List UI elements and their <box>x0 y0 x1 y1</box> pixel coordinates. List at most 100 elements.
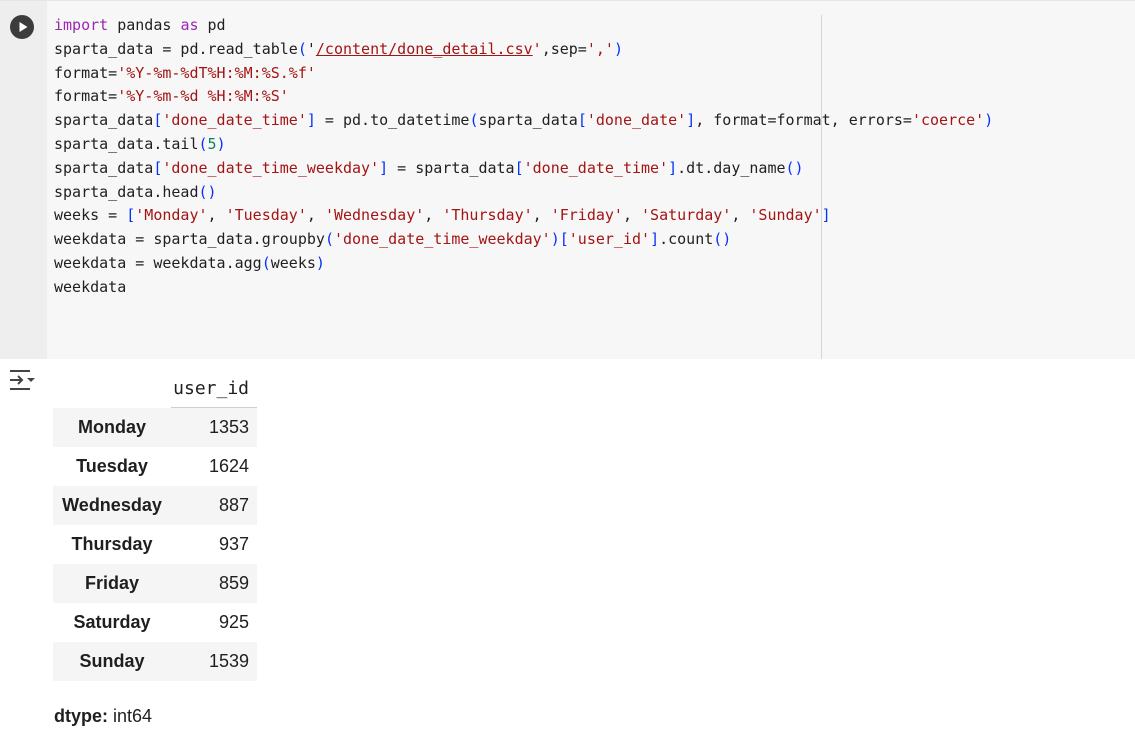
cell-output: user_id Monday 1353 Tuesday 1624 Wednesd… <box>53 370 257 681</box>
run-cell-button[interactable] <box>10 15 34 39</box>
row-label: Tuesday <box>76 456 148 476</box>
code-token: ( <box>261 253 271 272</box>
code-token: [ <box>126 206 136 225</box>
code-token: sparta_data <box>54 111 154 130</box>
code-token: 5 <box>207 134 217 153</box>
code-token: 'Monday' <box>135 206 208 225</box>
code-token: '%Y-%m-%d %H:%M:%S' <box>117 87 289 106</box>
code-token: weekdata <box>54 277 127 296</box>
code-token: 'done_date_time_weekday' <box>162 158 380 177</box>
code-token: sparta_data = pd.read_table <box>54 39 298 58</box>
code-token: 'Friday' <box>550 206 623 225</box>
code-line: import pandas as pd <box>54 16 226 34</box>
code-token: 'done_date' <box>586 111 687 130</box>
row-value: 1539 <box>208 651 249 671</box>
dtype-value: int64 <box>113 706 153 726</box>
table-row: Monday 1353 <box>53 407 257 447</box>
code-line: sparta_data [ 'done_date_time_weekday'] = … <box>54 159 804 177</box>
code-text[interactable]: import pandas as pd sparta_data = pd.rea… <box>54 14 993 300</box>
code-token: weekdata = sparta_data.groupby <box>54 230 325 249</box>
code-token: , <box>207 206 226 225</box>
code-token: ',' <box>586 39 614 58</box>
code-token: ( <box>324 230 334 249</box>
output-collapse-button[interactable] <box>8 368 36 392</box>
code-token: sparta_data.head <box>54 182 199 201</box>
code-token: ( <box>297 39 307 58</box>
code-token: , <box>532 206 551 225</box>
code-token: pandas <box>108 16 181 34</box>
code-token: ' <box>532 39 542 58</box>
row-value: 1353 <box>208 417 249 437</box>
code-token: = sparta_data <box>388 158 515 177</box>
code-token: weeks <box>270 253 316 272</box>
code-token: 'Thursday' <box>442 206 533 225</box>
code-token: ] <box>668 158 678 177</box>
code-token: 'done_date_time' <box>523 158 669 177</box>
dtype-line: dtype: int64 <box>54 706 152 727</box>
code-token: = pd.to_datetime <box>315 111 470 130</box>
code-token: .dt.day_name <box>677 158 786 177</box>
table-row: Saturday 925 <box>53 603 257 642</box>
code-token: ' <box>306 39 316 58</box>
code-line: weeks = ['Monday', 'Tuesday', 'Wednesday… <box>54 206 831 224</box>
code-token: [ <box>514 158 524 177</box>
code-token: weeks = <box>54 206 127 225</box>
code-token: ] <box>650 230 660 249</box>
table-row: Wednesday 887 <box>53 486 257 525</box>
code-token: [ <box>559 230 569 249</box>
code-token: [ <box>577 111 587 130</box>
cell-gutter <box>0 1 47 359</box>
code-token: () <box>198 182 217 201</box>
code-token: 'Wednesday' <box>324 206 425 225</box>
code-line: weekdata <box>54 278 126 296</box>
code-token: sparta_data.tail <box>54 134 199 153</box>
row-label: Thursday <box>71 534 153 554</box>
code-cell: import pandas as pd sparta_data = pd.rea… <box>0 0 1135 359</box>
code-line: format='%Y-%m-%dT%H:%M:%S.%f' <box>54 64 316 82</box>
code-token: , <box>306 206 325 225</box>
code-editor[interactable]: import pandas as pd sparta_data = pd.rea… <box>47 1 1135 359</box>
code-token: format= <box>54 87 118 106</box>
row-value: 887 <box>218 495 249 515</box>
code-token: ) <box>550 230 560 249</box>
row-value: 859 <box>218 573 249 593</box>
code-token: pd <box>198 16 226 34</box>
row-label: Friday <box>84 573 140 593</box>
row-label: Sunday <box>79 651 145 671</box>
code-token: sparta_data <box>54 158 154 177</box>
row-value: 925 <box>218 612 249 632</box>
table-header-row: user_id <box>53 370 257 408</box>
code-token: 'coerce' <box>911 111 985 130</box>
code-token: 'user_id' <box>568 230 651 249</box>
column-header: user_id <box>171 370 257 408</box>
play-circle-icon <box>19 22 28 32</box>
code-token: as <box>180 16 199 34</box>
code-token: 'Tuesday' <box>225 206 307 225</box>
code-token: ( <box>198 134 208 153</box>
code-token: , <box>424 206 443 225</box>
code-line: format='%Y-%m-%d %H:%M:%S' <box>54 87 289 105</box>
table-row: Thursday 937 <box>53 525 257 564</box>
table-row: Sunday 1539 <box>53 642 257 681</box>
code-line: sparta_data.head() <box>54 183 217 201</box>
row-label: Monday <box>77 416 146 437</box>
row-value: 937 <box>218 534 249 554</box>
code-token: , <box>622 206 642 225</box>
code-token: , <box>731 206 750 225</box>
row-value: 1624 <box>208 456 249 476</box>
code-line: weekdata = sparta_data.groupby('done_dat… <box>54 230 731 248</box>
code-token: 'Sunday' <box>749 206 822 225</box>
code-line: weekdata = weekdata.agg(weeks) <box>54 254 325 272</box>
code-token: ) <box>613 39 623 58</box>
code-token: .count <box>659 230 714 249</box>
code-token: , format=format, errors= <box>695 111 912 130</box>
code-token: ) <box>984 111 994 130</box>
row-label: Saturday <box>73 612 151 632</box>
code-line: sparta_data [ 'done_date_time'] = pd.to_da… <box>54 111 993 129</box>
code-token: () <box>713 230 732 249</box>
code-token: ) <box>216 134 226 153</box>
code-line: sparta_data = pd.read_table('/content/do… <box>54 40 623 58</box>
code-token: 'done_date_time' <box>162 111 307 130</box>
code-token: ] <box>306 111 316 130</box>
index-header <box>53 370 171 408</box>
